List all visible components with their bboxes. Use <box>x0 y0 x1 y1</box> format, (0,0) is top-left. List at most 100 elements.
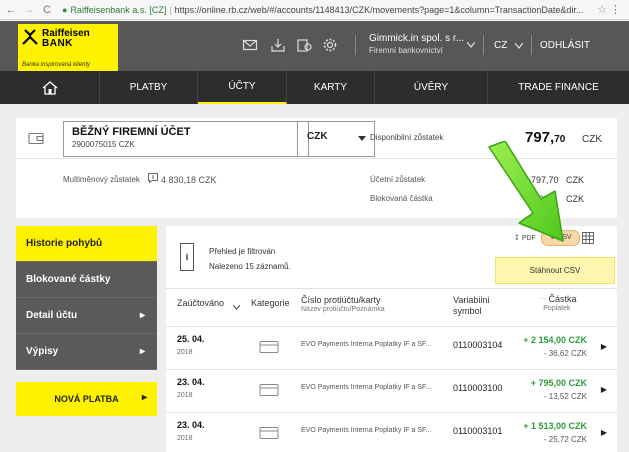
bookmark-star-icon[interactable]: ☆ <box>597 3 607 16</box>
nav-karty[interactable]: KARTY <box>287 71 375 104</box>
row-year: 2018 <box>177 392 193 399</box>
export-xls-grid-icon[interactable] <box>582 232 594 244</box>
forward-icon[interactable]: → <box>22 4 36 16</box>
column-header-amount[interactable]: ◠ Částka Poplatek <box>539 294 577 312</box>
multicurrency-balance-label: Multiměnový zůstatek <box>63 175 140 184</box>
row-expand-chevron-icon[interactable]: ▶ <box>601 428 607 437</box>
sort-chevron-down-icon[interactable] <box>233 305 240 310</box>
filter-status-line: Přehled je filtrován <box>209 247 276 256</box>
row-variable-symbol: 0110003100 <box>453 383 503 393</box>
sidebar-item-label: Detail účtu <box>26 310 78 321</box>
account-number: 2900075015 CZK <box>72 140 135 149</box>
sidebar-item-blocked-amounts[interactable]: Blokované částky <box>16 262 157 298</box>
currency-value: CZK <box>307 131 328 142</box>
column-header-date[interactable]: Zaúčtováno <box>177 298 224 308</box>
column-header-variable-symbol[interactable]: Variabilní symbol <box>453 295 490 317</box>
row-amount: + 795,00 CZK <box>530 378 587 388</box>
row-counterparty: EVO Payments Interna Poplatky IF a SF... <box>301 384 432 391</box>
row-year: 2018 <box>177 435 193 442</box>
nav-ucty[interactable]: ÚČTY <box>198 71 287 104</box>
filter-result-count: Nalezeno 15 záznamů. <box>209 262 291 271</box>
account-selector[interactable]: BĚŽNÝ FIREMNÍ ÚČET 2900075015 CZK <box>63 121 309 157</box>
info-bubble-icon[interactable] <box>147 172 159 184</box>
raiffeisen-logo[interactable]: Raiffeisen BANK Banka inspirovaná klient… <box>18 24 118 72</box>
header-divider <box>483 35 484 55</box>
header-divider <box>531 35 532 55</box>
logo-text-bank: BANK <box>42 38 73 49</box>
movements-panel: i Přehled je filtrován Nalezeno 15 zázna… <box>166 226 617 452</box>
sidebar-item-label: Blokované částky <box>26 274 111 285</box>
column-header-category[interactable]: Kategorie <box>251 298 290 308</box>
download-tray-icon[interactable] <box>270 37 286 53</box>
new-payment-button[interactable]: NOVÁ PLATBA ▸ <box>16 382 157 416</box>
logout-link[interactable]: ODHLÁSIT <box>540 40 590 51</box>
row-amount: + 2 154,00 CZK <box>523 335 587 345</box>
nav-trade-finance[interactable]: TRADE FINANCE <box>488 71 629 104</box>
mail-icon[interactable] <box>242 37 258 53</box>
nav-platby[interactable]: PLATBY <box>100 71 198 104</box>
lock-icon: ● <box>62 4 68 15</box>
filter-info-icon[interactable]: i <box>180 243 194 271</box>
user-chevron-down-icon[interactable] <box>467 42 475 48</box>
caret-down-icon <box>358 136 366 141</box>
new-payment-label: NOVÁ PLATBA <box>54 394 119 404</box>
browser-toolbar: ← → C ● Raiffeisenbank a.s. [CZ] | https… <box>0 0 629 20</box>
account-sidebar: Historie pohybů Blokované částky Detail … <box>16 226 157 370</box>
row-expand-chevron-icon[interactable]: ▶ <box>601 342 607 351</box>
user-menu[interactable]: Gimmick.in spol. s r... Firemní bankovni… <box>369 33 464 55</box>
filter-status: Přehled je filtrován Nalezeno 15 záznamů… <box>209 244 291 274</box>
accounting-balance-label: Účetní zůstatek <box>370 175 426 184</box>
column-header-counter-account[interactable]: Číslo protiúčtu/karty Název protiúčtu/Po… <box>301 295 385 313</box>
row-variable-symbol: 0110003101 <box>453 426 503 436</box>
sidebar-item-movement-history[interactable]: Historie pohybů <box>16 226 157 262</box>
sidebar-item-label: Výpisy <box>26 346 59 357</box>
table-row[interactable]: 23. 04. 2018 EVO Payments Interna Poplat… <box>166 369 617 411</box>
account-name: BĚŽNÝ FIREMNÍ ÚČET <box>72 126 191 138</box>
reload-icon[interactable]: C <box>40 4 54 16</box>
url-separator: | <box>169 4 172 15</box>
row-fee: - 25,72 CZK <box>543 435 587 444</box>
wallet-icon <box>28 132 44 145</box>
table-row[interactable]: 23. 04. 2018 EVO Payments Interna Poplat… <box>166 412 617 452</box>
row-expand-chevron-icon[interactable]: ▶ <box>601 385 607 394</box>
table-row[interactable]: 25. 04. 2018 EVO Payments Interna Poplat… <box>166 326 617 368</box>
nav-uvery[interactable]: ÚVĚRY <box>375 71 488 104</box>
card-category-icon <box>259 427 279 439</box>
user-company-name: Gimmick.in spol. s r... <box>369 33 465 44</box>
nav-home[interactable] <box>0 71 100 104</box>
back-icon[interactable]: ← <box>4 4 18 16</box>
available-balance-label: Disponibilní zůstatek <box>370 133 444 142</box>
language-selector[interactable]: CZ <box>494 40 507 51</box>
browser-menu-icon[interactable]: ⋮ <box>610 3 621 16</box>
logo-tagline: Banka inspirovaná klienty <box>22 62 91 68</box>
address-bar[interactable]: ● Raiffeisenbank a.s. [CZ] | https://onl… <box>62 5 627 15</box>
card-category-icon <box>259 341 279 353</box>
row-counterparty: EVO Payments Interna Poplatky IF a SF... <box>301 427 432 434</box>
download-csv-tooltip: Stáhnout CSV <box>495 257 615 284</box>
sidebar-item-statements[interactable]: Výpisy ▸ <box>16 334 157 370</box>
card-category-icon <box>259 384 279 396</box>
sidebar-item-label: Historie pohybů <box>26 238 103 249</box>
blocked-amount-label: Blokovaná částka <box>370 194 433 203</box>
currency-selector[interactable]: CZK <box>297 121 375 157</box>
main-navigation: PLATBY ÚČTY KARTY ÚVĚRY TRADE FINANCE <box>0 71 629 104</box>
site-identity: Raiffeisenbank a.s. [CZ] <box>70 4 167 15</box>
url-text: https://online.rb.cz/web/#/accounts/1148… <box>174 4 584 15</box>
row-date: 23. 04. <box>177 377 205 387</box>
multicurrency-balance-value: 4 830,18 CZK <box>161 175 217 185</box>
header-divider <box>355 35 356 55</box>
row-fee: - 13,52 CZK <box>543 392 587 401</box>
site-header: Raiffeisen BANK Banka inspirovaná klient… <box>0 21 629 72</box>
row-date: 25. 04. <box>177 334 205 344</box>
chevron-right-icon: ▸ <box>139 346 145 357</box>
row-date: 23. 04. <box>177 420 205 430</box>
sign-documents-icon[interactable] <box>296 37 312 53</box>
language-chevron-down-icon[interactable] <box>515 43 523 49</box>
available-balance-currency: CZK <box>582 134 602 145</box>
row-fee: - 36,62 CZK <box>543 349 587 358</box>
home-icon <box>42 80 57 95</box>
user-banking-type: Firemní bankovnictví <box>369 46 443 55</box>
row-variable-symbol: 0110003104 <box>453 340 503 350</box>
gear-icon[interactable] <box>322 37 338 53</box>
sidebar-item-account-detail[interactable]: Detail účtu ▸ <box>16 298 157 334</box>
